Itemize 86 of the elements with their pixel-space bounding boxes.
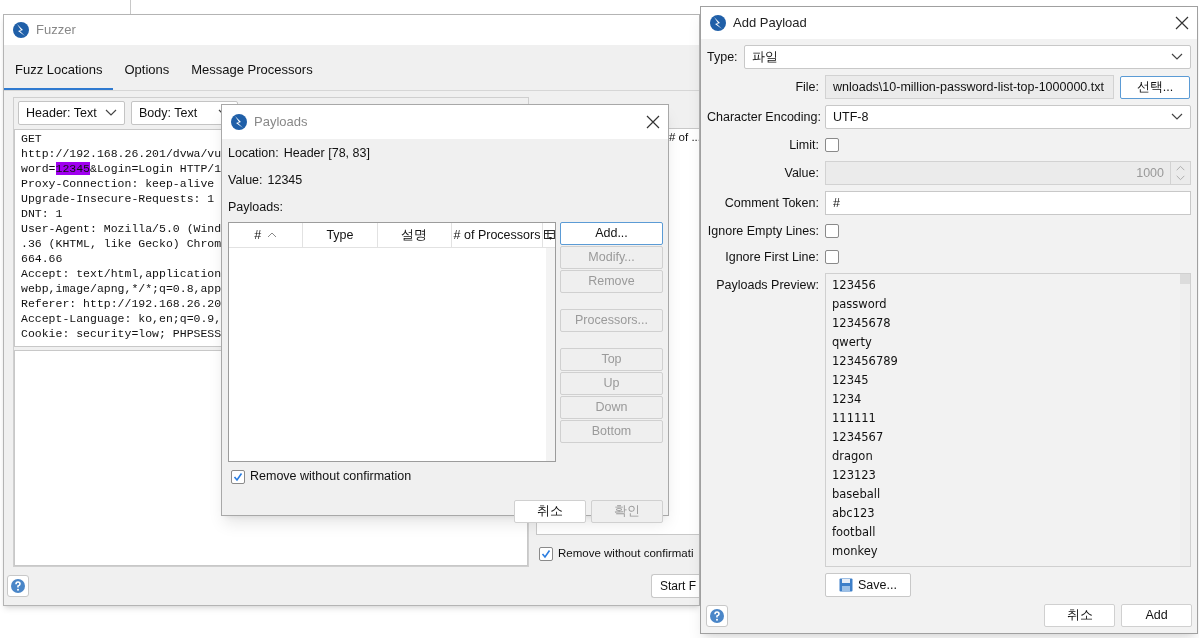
request-line: Cookie: security=low; PHPSESS bbox=[21, 326, 223, 341]
checkbox[interactable] bbox=[231, 469, 245, 484]
preview-line: password bbox=[832, 296, 888, 313]
preview-line: 123456 bbox=[832, 277, 877, 294]
column-header[interactable]: # of Processors bbox=[451, 223, 544, 248]
preview-line: baseball bbox=[832, 486, 882, 503]
column-header[interactable]: 설명 bbox=[377, 223, 452, 248]
checkbox[interactable] bbox=[539, 546, 553, 561]
request-line: Upgrade-Insecure-Requests: 1 bbox=[21, 191, 216, 206]
request-line: 664.66 bbox=[21, 251, 64, 266]
request-line: Accept: text/html,application bbox=[21, 266, 223, 281]
encoding-select[interactable]: UTF-8 bbox=[825, 105, 1191, 129]
preview-line: 123123 bbox=[832, 467, 877, 484]
preview-line: 1234567 bbox=[832, 429, 885, 446]
request-line: Accept-Language: ko,en;q=0.9, bbox=[21, 311, 223, 326]
location-value: Header [78, 83] bbox=[283, 145, 370, 162]
choose-file-button[interactable]: 선택... bbox=[1120, 75, 1190, 99]
help-icon bbox=[709, 607, 725, 624]
field-label: Ignore Empty Lines: bbox=[707, 222, 819, 240]
value-text: 12345 bbox=[267, 171, 303, 189]
request-line: .36 (KHTML, like Gecko) Chrom bbox=[21, 236, 223, 251]
field-label: Location: bbox=[228, 145, 279, 162]
request-line: Proxy-Connection: keep-alive bbox=[21, 176, 216, 191]
tab[interactable]: Options bbox=[113, 51, 181, 90]
request-line: Referer: http://192.168.26.20 bbox=[21, 296, 223, 311]
help-icon bbox=[10, 578, 26, 594]
tab[interactable]: Message Processors bbox=[180, 51, 324, 90]
preview-line: abc123 bbox=[832, 505, 876, 522]
help-button[interactable] bbox=[7, 575, 29, 597]
checkbox-label: Remove without confirmation bbox=[250, 468, 412, 486]
preview-line: 12345 bbox=[832, 372, 870, 389]
request-line: GET bbox=[21, 131, 43, 146]
logo-icon bbox=[709, 14, 727, 32]
preview-line: 123456789 bbox=[832, 353, 899, 370]
dialog-button[interactable]: Add... bbox=[560, 222, 663, 246]
check-icon bbox=[233, 471, 243, 482]
help-button[interactable] bbox=[706, 604, 728, 627]
checkbox-label: Remove without confirmati bbox=[558, 546, 694, 561]
cancel-button[interactable]: 취소 bbox=[1044, 604, 1115, 627]
preview-line: 12345678 bbox=[832, 315, 892, 332]
field-label: Ignore First Line: bbox=[724, 248, 819, 266]
scrollbar-track[interactable] bbox=[546, 248, 555, 462]
scrollbar-thumb[interactable] bbox=[1180, 274, 1190, 284]
preview-line: 111111 bbox=[832, 410, 877, 427]
save-button[interactable]: Save... bbox=[825, 573, 911, 597]
tab[interactable]: Fuzz Locations bbox=[4, 51, 114, 90]
preview-line: 1234 bbox=[832, 391, 863, 408]
type-select[interactable]: 파일 bbox=[743, 45, 1191, 69]
comment-token-field[interactable]: # bbox=[825, 191, 1191, 215]
file-path-field[interactable]: wnloads\10-million-password-list-top-1000000.txt bbox=[825, 75, 1114, 99]
column-chooser-icon[interactable] bbox=[544, 229, 555, 241]
field-label: Limit: bbox=[788, 136, 819, 154]
column-header[interactable]: # bbox=[229, 223, 304, 248]
field-label: Value: bbox=[783, 164, 819, 182]
request-line: DNT: 1 bbox=[21, 206, 64, 221]
start-fuzzer-button[interactable]: Start F bbox=[651, 574, 699, 598]
preview-line: qwerty bbox=[832, 334, 873, 351]
logo-icon bbox=[230, 113, 248, 131]
checkbox[interactable] bbox=[825, 250, 839, 264]
checkbox[interactable] bbox=[825, 224, 839, 238]
window-title: Payloads bbox=[254, 113, 309, 132]
field-label: Payloads Preview: bbox=[715, 277, 819, 294]
checkbox[interactable] bbox=[825, 138, 839, 152]
field-label: File: bbox=[794, 78, 819, 96]
field-label: Type: bbox=[707, 48, 738, 66]
add-button[interactable]: Add bbox=[1121, 604, 1192, 627]
request-line: User-Agent: Mozilla/5.0 (Wind bbox=[21, 221, 223, 236]
preview-line: dragon bbox=[832, 448, 874, 465]
preview-line: football bbox=[832, 524, 877, 541]
sort-up-icon bbox=[267, 232, 278, 239]
field-label: Character Encoding: bbox=[707, 108, 819, 126]
close-icon[interactable] bbox=[646, 115, 660, 129]
section-label: Payloads: bbox=[228, 198, 284, 216]
request-line: http://192.168.26.201/dvwa/vu bbox=[21, 146, 223, 161]
logo-icon bbox=[12, 21, 30, 39]
window-title: Fuzzer bbox=[36, 21, 76, 40]
field-label: Comment Token: bbox=[723, 194, 819, 212]
dialog-button[interactable]: 취소 bbox=[514, 500, 586, 523]
preview-line: monkey bbox=[832, 543, 879, 560]
close-icon[interactable] bbox=[1175, 16, 1189, 30]
column-header[interactable]: Type bbox=[303, 223, 378, 248]
window-title: Add Payload bbox=[733, 14, 808, 33]
check-icon bbox=[541, 548, 551, 559]
view-select[interactable]: Header: Text bbox=[18, 101, 125, 125]
field-label: Value: bbox=[228, 171, 263, 189]
request-line: webp,image/apng,*/*;q=0.8,app bbox=[21, 281, 223, 296]
